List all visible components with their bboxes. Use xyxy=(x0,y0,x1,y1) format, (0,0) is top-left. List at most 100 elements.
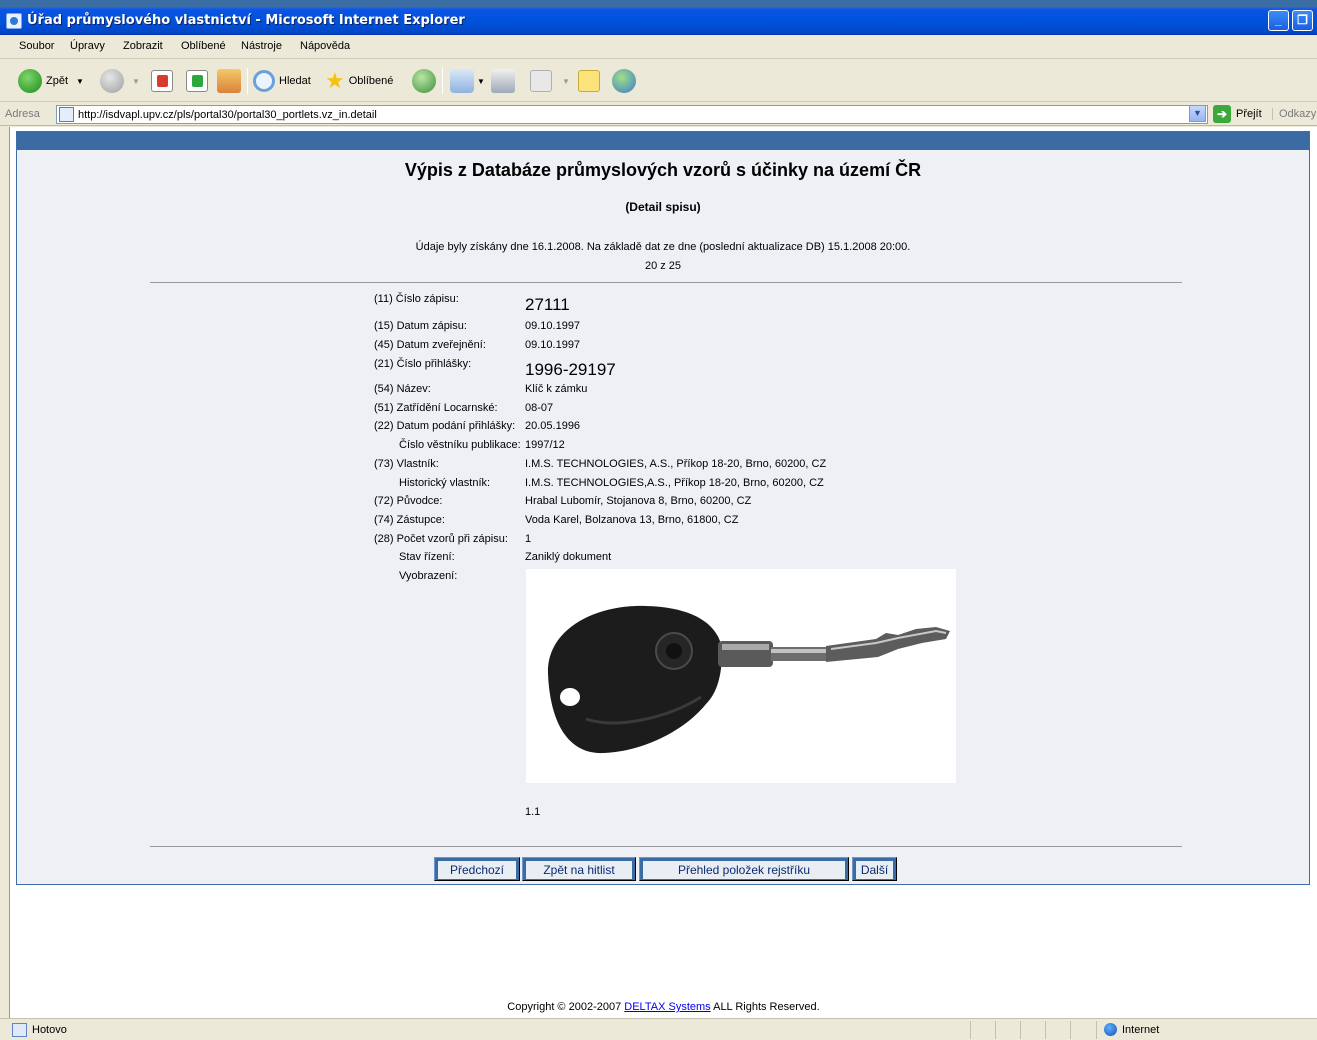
note-icon xyxy=(578,70,600,92)
field-label: Stav řízení: xyxy=(399,551,455,563)
register-overview-button[interactable]: Přehled položek rejstříku xyxy=(639,857,849,881)
menu-help[interactable]: Nápověda xyxy=(300,40,350,52)
status-cell xyxy=(970,1021,971,1039)
security-zone: Internet xyxy=(1104,1023,1159,1036)
field-label: Historický vlastník: xyxy=(399,477,491,489)
discuss-button[interactable] xyxy=(578,66,600,96)
forward-arrow-icon xyxy=(100,69,124,93)
back-label: Zpět xyxy=(46,75,69,87)
back-to-hitlist-face: Zpět na hitlist xyxy=(525,860,633,879)
field-value: 20.05.1996 xyxy=(525,420,581,432)
restore-button[interactable]: ❐ xyxy=(1292,10,1313,31)
field-label: (21) Číslo přihlášky: xyxy=(374,358,472,370)
address-input[interactable]: http://isdvapl.upv.cz/pls/portal30/porta… xyxy=(56,105,1208,124)
toolbar-separator xyxy=(442,68,443,94)
print-button[interactable] xyxy=(491,66,515,96)
search-icon xyxy=(253,70,275,92)
address-url[interactable]: http://isdvapl.upv.cz/pls/portal30/porta… xyxy=(78,109,377,121)
page-done-icon xyxy=(12,1023,27,1037)
field-value: 09.10.1997 xyxy=(525,339,581,351)
toolbar-separator xyxy=(247,68,248,94)
field-label: (54) Název: xyxy=(374,383,431,395)
menu-tools[interactable]: Nástroje xyxy=(241,40,282,52)
divider-bottom xyxy=(150,846,1182,847)
refresh-icon xyxy=(186,70,208,92)
status-cell xyxy=(1070,1021,1071,1039)
detail-panel: Výpis z Databáze průmyslových vzorů s úč… xyxy=(16,131,1310,885)
links-toolbar[interactable]: Odkazy xyxy=(1272,108,1316,120)
favorites-button[interactable]: ★ Oblíbené xyxy=(325,66,393,96)
history-button[interactable] xyxy=(412,66,436,96)
field-label: (74) Zástupce: xyxy=(374,514,445,526)
field-value: Voda Karel, Bolzanova 13, Brno, 61800, C… xyxy=(525,514,739,526)
field-value: Hrabal Lubomír, Stojanova 8, Brno, 60200… xyxy=(525,495,752,507)
previous-button[interactable]: Předchozí xyxy=(434,857,520,881)
globe-icon xyxy=(1104,1023,1117,1036)
deltax-link[interactable]: DELTAX Systems xyxy=(624,1001,710,1013)
status-cell xyxy=(995,1021,996,1039)
mail-icon xyxy=(450,69,474,93)
messenger-icon xyxy=(612,69,636,93)
menu-file[interactable]: Soubor xyxy=(19,40,54,52)
field-label: Číslo věstníku publikace: xyxy=(399,439,521,451)
menu-favorites[interactable]: Oblíbené xyxy=(181,40,226,52)
menu-view[interactable]: Zobrazit xyxy=(123,40,163,52)
minimize-button[interactable]: _ xyxy=(1268,10,1289,31)
mail-dropdown-icon[interactable]: ▼ xyxy=(477,77,485,86)
stop-icon xyxy=(151,70,173,92)
stop-button[interactable] xyxy=(151,66,173,96)
status-text: Hotovo xyxy=(32,1024,67,1036)
page-icon xyxy=(59,107,74,122)
zone-label: Internet xyxy=(1122,1023,1160,1036)
toolbar: Zpět ▼ ▼ Hledat ★ Oblíbené ▼ ▼ xyxy=(0,60,1317,102)
data-info-line: Údaje byly získány dne 16.1.2008. Na zák… xyxy=(415,241,911,253)
forward-dropdown-icon[interactable]: ▼ xyxy=(132,77,140,86)
home-button[interactable] xyxy=(217,66,241,96)
field-value: I.M.S. TECHNOLOGIES, A.S., Příkop 18-20,… xyxy=(525,458,827,470)
copyright: Copyright © 2002-2007 DELTAX Systems ALL… xyxy=(10,1001,1317,1013)
previous-button-label: Předchozí xyxy=(438,861,516,879)
ie-page-icon xyxy=(6,13,22,29)
divider-top xyxy=(150,282,1182,283)
refresh-button[interactable] xyxy=(186,66,208,96)
field-label: Vyobrazení: xyxy=(399,570,458,582)
status-bar: Hotovo Internet xyxy=(0,1018,1317,1040)
go-button[interactable]: ➔ Přejít xyxy=(1213,105,1262,123)
field-value: I.M.S. TECHNOLOGIES,A.S., Příkop 18-20, … xyxy=(525,477,824,489)
printer-icon xyxy=(491,69,515,93)
next-button[interactable]: Další xyxy=(852,857,897,881)
edit-dropdown-icon[interactable]: ▼ xyxy=(562,77,570,86)
address-dropdown-icon[interactable]: ▼ xyxy=(1189,105,1206,122)
register-overview-label: Přehled položek rejstříku xyxy=(643,861,845,879)
edit-button[interactable]: ▼ xyxy=(530,66,570,96)
title-bar: Úřad průmyslového vlastnictví - Microsof… xyxy=(0,7,1317,35)
messenger-button[interactable] xyxy=(612,66,636,96)
search-label: Hledat xyxy=(279,75,311,87)
back-to-hitlist-button[interactable]: Zpět na hitlist xyxy=(522,857,636,881)
design-image xyxy=(526,569,956,783)
field-value: Klíč k zámku xyxy=(525,383,588,395)
browser-window: Úřad průmyslového vlastnictví - Microsof… xyxy=(0,0,1317,1040)
status-cell xyxy=(1096,1021,1097,1039)
field-label: (73) Vlastník: xyxy=(374,458,439,470)
field-label: (72) Původce: xyxy=(374,495,443,507)
page-viewport[interactable]: Výpis z Databáze průmyslových vzorů s úč… xyxy=(9,127,1317,1018)
window-title: Úřad průmyslového vlastnictví - Microsof… xyxy=(27,13,465,28)
panel-header-bar xyxy=(17,132,1309,150)
menu-bar: Soubor Úpravy Zobrazit Oblíbené Nástroje… xyxy=(0,35,1317,59)
field-label: (22) Datum podání přihlášky: xyxy=(374,420,516,432)
field-label: (45) Datum zveřejnění: xyxy=(374,339,486,351)
copyright-suffix: ALL Rights Reserved. xyxy=(710,1001,820,1013)
field-value: 1997/12 xyxy=(525,439,565,451)
favorites-label: Oblíbené xyxy=(348,75,394,87)
search-button[interactable]: Hledat xyxy=(253,66,311,96)
status-cell xyxy=(1045,1021,1046,1039)
forward-button[interactable]: ▼ xyxy=(100,66,140,96)
address-label: Adresa xyxy=(5,108,40,120)
mail-button[interactable]: ▼ xyxy=(450,66,485,96)
desktop-strip xyxy=(0,0,1317,7)
menu-edit[interactable]: Úpravy xyxy=(70,40,105,52)
back-button[interactable]: Zpět ▼ xyxy=(18,66,84,96)
back-dropdown-icon[interactable]: ▼ xyxy=(76,77,84,86)
field-label: (15) Datum zápisu: xyxy=(374,320,467,332)
